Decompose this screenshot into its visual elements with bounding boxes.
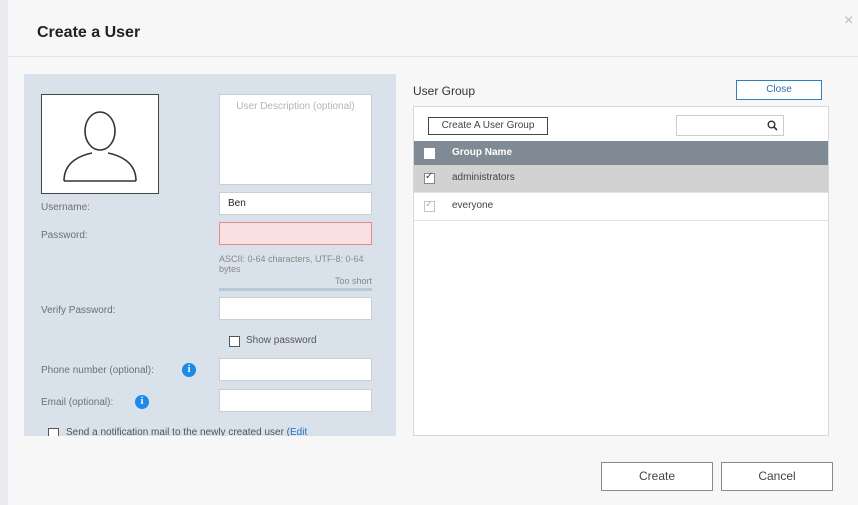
password-strength-bar: [219, 288, 372, 291]
group-name: everyone: [452, 200, 494, 211]
username-input[interactable]: Ben: [219, 192, 372, 215]
username-label: Username:: [41, 202, 90, 213]
close-icon[interactable]: ×: [844, 12, 853, 30]
title-divider: [8, 56, 858, 57]
close-button[interactable]: Close: [736, 80, 822, 100]
select-all-checkbox[interactable]: [424, 148, 435, 159]
phone-label: Phone number (optional):: [41, 365, 154, 376]
show-password-label: Show password: [246, 335, 317, 346]
create-user-group-button[interactable]: Create A User Group: [428, 117, 548, 135]
group-name: administrators: [452, 172, 515, 183]
password-strength-text: Too short: [334, 276, 372, 286]
info-icon[interactable]: i: [182, 363, 196, 377]
notify-label: Send a notification mail to the newly cr…: [66, 427, 308, 436]
dialog-title: Create a User: [37, 24, 141, 41]
row-checkbox: [424, 199, 435, 212]
password-label: Password:: [41, 230, 88, 241]
table-row[interactable]: everyone: [414, 193, 828, 221]
create-button[interactable]: Create: [601, 462, 713, 491]
email-input[interactable]: [219, 389, 372, 412]
avatar-placeholder-icon: [63, 111, 137, 182]
create-user-dialog: Create a User × User Description (option…: [8, 0, 858, 505]
notify-checkbox[interactable]: [48, 428, 59, 436]
verify-password-label: Verify Password:: [41, 305, 116, 316]
group-table-header: Group Name: [414, 141, 828, 165]
info-icon[interactable]: i: [135, 395, 149, 409]
row-checkbox[interactable]: [424, 171, 435, 184]
cancel-button[interactable]: Cancel: [721, 462, 833, 491]
email-label: Email (optional):: [41, 397, 114, 408]
user-group-panel: Create A User Group Group Name administr…: [413, 106, 829, 436]
password-hint: ASCII: 0-64 characters, UTF-8: 0-64 byte…: [219, 254, 364, 274]
group-search-input[interactable]: [676, 115, 784, 136]
avatar[interactable]: [41, 94, 159, 194]
password-input[interactable]: [219, 222, 372, 245]
user-group-title: User Group: [413, 84, 476, 98]
phone-input[interactable]: [219, 358, 372, 381]
user-form-panel: User Description (optional) Username: Be…: [24, 74, 396, 436]
user-description-input[interactable]: User Description (optional): [219, 94, 372, 185]
group-name-header: Group Name: [452, 147, 513, 158]
edit-mail-link[interactable]: Edit: [290, 427, 307, 436]
table-row[interactable]: administrators: [414, 165, 828, 193]
search-icon: [767, 120, 778, 131]
show-password-checkbox[interactable]: [229, 336, 240, 347]
verify-password-input[interactable]: [219, 297, 372, 320]
